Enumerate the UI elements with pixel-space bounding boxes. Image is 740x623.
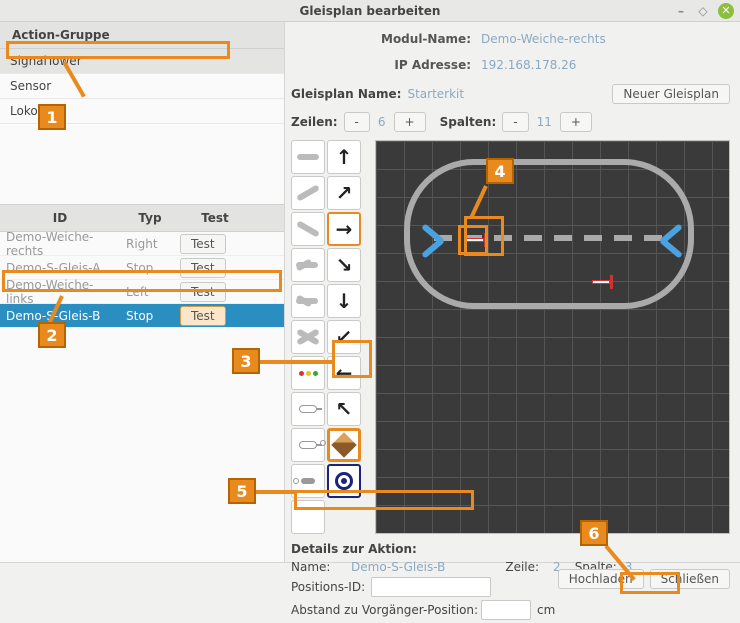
pencil-icon — [331, 432, 356, 457]
ip-value: 192.168.178.26 — [481, 58, 576, 72]
tool-palette: ↑ ↗ → ↘ ↓ ↙ ← ↖ — [291, 140, 369, 534]
tool-arrow-se[interactable]: ↘ — [327, 248, 361, 282]
tool-arrow-up[interactable]: ↑ — [327, 140, 361, 174]
cell-typ: Stop — [120, 258, 180, 278]
close-button[interactable]: Schließen — [650, 569, 730, 589]
test-button[interactable]: Test — [180, 258, 226, 278]
group-label: SignalTower — [10, 54, 82, 68]
tool-empty[interactable] — [291, 500, 325, 534]
right-panel: Modul-Name: Demo-Weiche-rechts IP Adress… — [285, 22, 740, 562]
group-label: Sensor — [10, 79, 51, 93]
cols-minus-button[interactable]: - — [502, 112, 528, 132]
title-bar: Gleisplan bearbeiten – ◇ ✕ — [0, 0, 740, 22]
canvas-selected-cell — [458, 225, 488, 255]
arrow-ne-icon: ↗ — [336, 181, 353, 205]
details-posid-label: Positions-ID: — [291, 580, 371, 594]
cell-typ: Left — [120, 282, 180, 302]
arrow-down-icon: ↓ — [336, 289, 353, 313]
tool-arrow-sw[interactable]: ↙ — [327, 320, 361, 354]
minimize-icon[interactable]: – — [674, 4, 688, 18]
eye-icon — [335, 472, 353, 490]
new-plan-button[interactable]: Neuer Gleisplan — [612, 84, 730, 104]
tool-eye[interactable] — [327, 464, 361, 498]
track-canvas[interactable] — [375, 140, 730, 534]
tool-curve-ne[interactable] — [291, 176, 325, 210]
callout-4: 4 — [486, 158, 514, 184]
arrow-se-icon: ↘ — [336, 253, 353, 277]
close-icon[interactable]: ✕ — [718, 3, 734, 19]
details-name-value: Demo-S-Gleis-B — [351, 560, 445, 574]
callout-5: 5 — [228, 478, 256, 504]
test-button[interactable]: Test — [180, 234, 226, 254]
tool-arrow-ne[interactable]: ↗ — [327, 176, 361, 210]
tool-switch-right[interactable] — [291, 248, 325, 282]
cell-id: Demo-Weiche-rechts — [0, 227, 120, 261]
details-row-label: Zeile: — [505, 560, 539, 574]
group-row-signaltower[interactable]: SignalTower — [0, 49, 284, 74]
callout-6: 6 — [580, 520, 608, 546]
position-id-input[interactable] — [371, 577, 491, 597]
cols-plus-button[interactable]: + — [560, 112, 592, 132]
tool-straight[interactable] — [291, 140, 325, 174]
callout-2: 2 — [38, 322, 66, 348]
plan-name-value: Starterkit — [407, 87, 464, 101]
tool-cross[interactable] — [291, 320, 325, 354]
tool-switch-left[interactable] — [291, 284, 325, 318]
details-name-label: Name: — [291, 560, 351, 574]
callout-3-line — [260, 360, 332, 364]
col-header-test: Test — [180, 205, 250, 231]
details-dist-unit: cm — [531, 603, 555, 617]
rows-plus-button[interactable]: + — [394, 112, 426, 132]
tool-arrow-nw[interactable]: ↖ — [327, 392, 361, 426]
rows-minus-button[interactable]: - — [344, 112, 370, 132]
tool-arrow-right[interactable]: → — [327, 212, 361, 246]
arrow-nw-icon: ↖ — [336, 397, 353, 421]
test-button[interactable]: Test — [180, 282, 226, 302]
arrow-left-icon: ← — [336, 361, 353, 385]
window-title: Gleisplan bearbeiten — [300, 4, 441, 18]
callout-5-line — [256, 490, 294, 494]
group-row-sensor[interactable]: Sensor — [0, 74, 284, 99]
distance-input[interactable] — [481, 600, 531, 620]
test-button[interactable]: Test — [180, 306, 226, 326]
cols-value: 11 — [529, 115, 560, 129]
callout-3: 3 — [232, 348, 260, 374]
details-title: Details zur Aktion: — [291, 542, 730, 556]
tool-signal-2[interactable] — [291, 428, 325, 462]
module-name-value: Demo-Weiche-rechts — [481, 32, 606, 46]
ip-label: IP Adresse: — [291, 58, 481, 72]
callout-1: 1 — [38, 104, 66, 130]
details-dist-label: Abstand zu Vorgänger-Position: — [291, 603, 481, 617]
plan-name-label: Gleisplan Name: — [291, 87, 401, 101]
track-oval — [404, 159, 694, 309]
tool-curve-se[interactable] — [291, 212, 325, 246]
tool-arrow-down[interactable]: ↓ — [327, 284, 361, 318]
tool-sensor[interactable] — [291, 464, 325, 498]
col-header-typ: Typ — [120, 205, 180, 231]
maximize-icon[interactable]: ◇ — [696, 4, 710, 18]
cols-label: Spalten: — [440, 115, 497, 129]
group-label: Loko — [10, 104, 38, 118]
traffic-light-icon — [299, 371, 318, 376]
cell-typ: Right — [120, 234, 180, 254]
arrow-right-icon: → — [336, 217, 353, 241]
module-name-label: Modul-Name: — [291, 32, 481, 46]
tool-signal-1[interactable] — [291, 392, 325, 426]
cell-typ: Stop — [120, 306, 180, 326]
signal-b — [592, 275, 614, 289]
action-group-header: Action-Gruppe — [0, 22, 284, 49]
tool-arrow-left[interactable]: ← — [327, 356, 361, 390]
arrow-up-icon: ↑ — [336, 145, 353, 169]
rows-label: Zeilen: — [291, 115, 338, 129]
table-row[interactable]: Demo-Weiche-rechts Right Test — [0, 232, 284, 256]
arrow-sw-icon: ↙ — [336, 325, 353, 349]
tool-pencil[interactable] — [327, 428, 361, 462]
action-table: ID Typ Test Demo-Weiche-rechts Right Tes… — [0, 204, 284, 328]
rows-value: 6 — [370, 115, 394, 129]
table-row[interactable]: Demo-Weiche-links Left Test — [0, 280, 284, 304]
